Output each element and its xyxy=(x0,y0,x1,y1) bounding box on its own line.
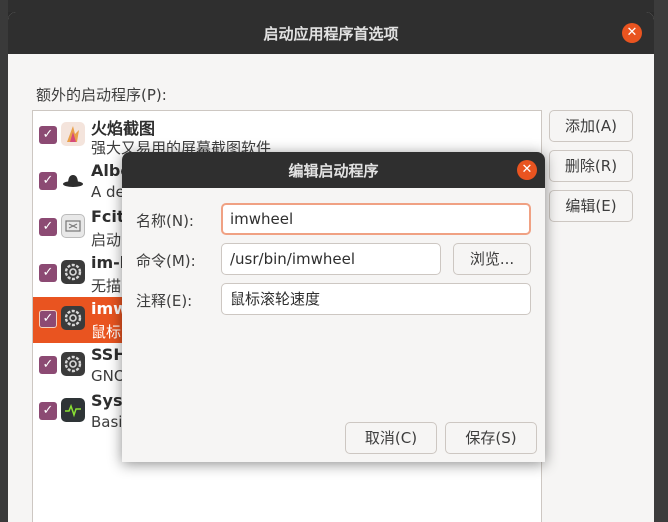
checkbox[interactable]: ✓ xyxy=(39,172,57,190)
dialog-title: 编辑启动程序 xyxy=(288,162,379,180)
main-close-icon[interactable]: ✕ xyxy=(622,23,642,43)
program-description: GNO xyxy=(91,367,126,385)
dialog-titlebar: 编辑启动程序 ✕ xyxy=(122,152,545,188)
save-button[interactable]: 保存(S) xyxy=(445,422,537,454)
desktop-background-top xyxy=(0,0,668,12)
gear-icon xyxy=(61,260,85,284)
dialog-close-icon[interactable]: ✕ xyxy=(517,160,537,180)
program-name: 火焰截图 xyxy=(91,119,156,138)
desktop-background-left xyxy=(0,0,8,522)
section-label: 额外的启动程序(P): xyxy=(36,86,167,104)
name-field[interactable]: imwheel xyxy=(221,203,531,235)
checkbox[interactable]: ✓ xyxy=(39,264,57,282)
program-description: 鼠标 xyxy=(91,323,122,341)
comment-label: 注释(E): xyxy=(136,292,193,310)
albert-hat-icon xyxy=(61,168,85,192)
edit-startup-program-dialog: 编辑启动程序 ✕ 名称(N): imwheel 命令(M): /usr/bin/… xyxy=(122,152,545,462)
flameshot-icon xyxy=(61,122,85,146)
fcitx-keyboard-icon xyxy=(61,214,85,238)
program-description: 启动 xyxy=(91,231,122,249)
checkbox[interactable]: ✓ xyxy=(39,126,57,144)
program-description: A de xyxy=(91,183,125,201)
checkbox[interactable]: ✓ xyxy=(39,356,57,374)
command-label: 命令(M): xyxy=(136,252,196,270)
checkbox[interactable]: ✓ xyxy=(39,310,57,328)
browse-button[interactable]: 浏览... xyxy=(453,243,531,275)
delete-button[interactable]: 删除(R) xyxy=(549,150,633,182)
command-field[interactable]: /usr/bin/imwheel xyxy=(221,243,441,275)
gear-icon xyxy=(61,306,85,330)
desktop-background-right xyxy=(654,0,668,522)
edit-button[interactable]: 编辑(E) xyxy=(549,190,633,222)
program-description: 无描 xyxy=(91,277,122,295)
checkbox[interactable]: ✓ xyxy=(39,218,57,236)
name-label: 名称(N): xyxy=(136,212,194,230)
main-titlebar: 启动应用程序首选项 ✕ xyxy=(8,12,654,54)
gear-icon xyxy=(61,352,85,376)
window-title: 启动应用程序首选项 xyxy=(263,25,399,43)
system-monitor-icon xyxy=(61,398,85,422)
add-button[interactable]: 添加(A) xyxy=(549,110,633,142)
program-description: Basi xyxy=(91,413,123,431)
checkbox[interactable]: ✓ xyxy=(39,402,57,420)
comment-field[interactable]: 鼠标滚轮速度 xyxy=(221,283,531,315)
cancel-button[interactable]: 取消(C) xyxy=(345,422,437,454)
